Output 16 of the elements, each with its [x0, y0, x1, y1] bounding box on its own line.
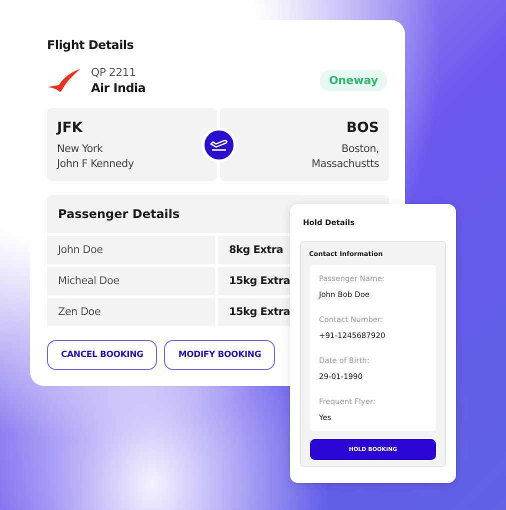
airport-name: John F Kennedy [57, 157, 135, 172]
bird-tail-logo-icon [47, 68, 81, 94]
card-title: Flight Details [47, 38, 135, 52]
outline-button[interactable]: MODIFY BOOKING [164, 340, 276, 370]
airport-name: Massachustts [311, 157, 379, 172]
airline-name: Air India [91, 81, 147, 95]
airport-code: JFK [57, 120, 84, 136]
city-name: Boston, [341, 142, 379, 157]
airport-code: BOS [346, 120, 379, 136]
flight-number: QP 2211 [91, 66, 137, 79]
city-name: New York [57, 142, 104, 157]
trip-type-badge: Oneway [320, 70, 387, 91]
table-cell: John Doe [47, 236, 215, 264]
outline-button[interactable]: CANCEL BOOKING [47, 340, 158, 370]
table-cell: Micheal Doe [47, 267, 215, 295]
table-cell: Zen Doe [47, 298, 215, 326]
